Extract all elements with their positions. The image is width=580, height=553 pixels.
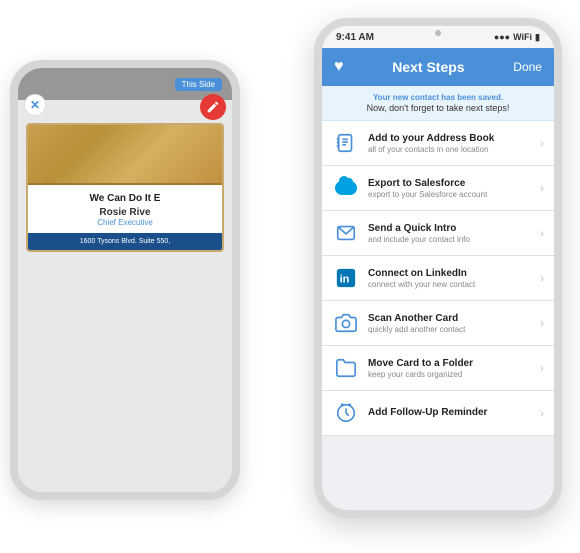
scan-card-title: Scan Another Card (368, 313, 532, 324)
salesforce-title: Export to Salesforce (368, 178, 532, 189)
scan-card-text: Scan Another Card quickly add another co… (368, 313, 532, 334)
linkedin-sub: connect with your new contact (368, 280, 532, 289)
camera-icon (332, 309, 360, 337)
address-book-icon (332, 129, 360, 157)
edit-button[interactable] (200, 94, 226, 120)
address-book-title: Add to your Address Book (368, 133, 532, 144)
linkedin-title: Connect on LinkedIn (368, 268, 532, 279)
svg-text:in: in (340, 274, 350, 286)
chevron-icon: › (540, 406, 544, 420)
done-button[interactable]: Done (513, 60, 542, 74)
quick-intro-text: Send a Quick Intro and include your cont… (368, 223, 532, 244)
wifi-icon: WiFi (513, 32, 532, 42)
phone-content: Your new contact has been saved. Now, do… (322, 86, 554, 510)
clock: 9:41 AM (336, 32, 374, 43)
scan-card-sub: quickly add another contact (368, 325, 532, 334)
saved-banner: Your new contact has been saved. Now, do… (322, 86, 554, 121)
card-address: 1600 Tysons Blvd. Suite 550, (38, 238, 212, 245)
list-item-followup[interactable]: Add Follow-Up Reminder › (322, 391, 554, 436)
list-item-quick-intro[interactable]: Send a Quick Intro and include your cont… (322, 211, 554, 256)
power-button-front (560, 116, 562, 156)
chevron-icon: › (540, 226, 544, 240)
signal-icon: ●●● (494, 32, 510, 42)
back-phone: This Side ✕ We Can Do It E Rosie Rive Ch… (10, 60, 240, 500)
nav-title: Next Steps (392, 59, 464, 75)
address-book-text: Add to your Address Book all of your con… (368, 133, 532, 154)
banner-title: Your new contact has been saved. (332, 93, 544, 102)
power-button (238, 148, 240, 186)
card-company: We Can Do It E (38, 193, 212, 204)
list-item-salesforce[interactable]: Export to Salesforce export to your Sale… (322, 166, 554, 211)
volume-button-front (314, 126, 316, 154)
close-button[interactable]: ✕ (24, 94, 46, 116)
chevron-icon: › (540, 181, 544, 195)
followup-text: Add Follow-Up Reminder (368, 407, 532, 419)
card-white-section: We Can Do It E Rosie Rive Chief Executiv… (28, 185, 222, 233)
list-item-scan-card[interactable]: Scan Another Card quickly add another co… (322, 301, 554, 346)
move-folder-title: Move Card to a Folder (368, 358, 532, 369)
card-wood-texture (28, 125, 222, 185)
volume-button (10, 158, 12, 186)
list-item-linkedin[interactable]: in Connect on LinkedIn connect with your… (322, 256, 554, 301)
salesforce-text: Export to Salesforce export to your Sale… (368, 178, 532, 199)
heart-icon: ♥ (334, 58, 344, 76)
chevron-icon: › (540, 316, 544, 330)
followup-title: Add Follow-Up Reminder (368, 407, 532, 418)
card-viewer: This Side ✕ We Can Do It E Rosie Rive Ch… (18, 68, 232, 492)
business-card: We Can Do It E Rosie Rive Chief Executiv… (26, 123, 224, 252)
chevron-icon: › (540, 136, 544, 150)
card-top-bar: This Side (18, 68, 232, 100)
status-icons: ●●● WiFi ▮ (494, 32, 540, 43)
quick-intro-title: Send a Quick Intro (368, 223, 532, 234)
linkedin-icon: in (332, 264, 360, 292)
chevron-icon: › (540, 271, 544, 285)
linkedin-text: Connect on LinkedIn connect with your ne… (368, 268, 532, 289)
salesforce-icon (332, 174, 360, 202)
quick-intro-sub: and include your contact info (368, 235, 532, 244)
reminder-icon (332, 399, 360, 427)
move-folder-text: Move Card to a Folder keep your cards or… (368, 358, 532, 379)
nav-bar: ♥ Next Steps Done (322, 48, 554, 86)
list-item-move-folder[interactable]: Move Card to a Folder keep your cards or… (322, 346, 554, 391)
banner-subtitle: Now, don't forget to take next steps! (332, 103, 544, 113)
card-title: Chief Executive (38, 218, 212, 227)
card-name: Rosie Rive (38, 207, 212, 218)
battery-icon: ▮ (535, 32, 540, 43)
folder-icon (332, 354, 360, 382)
this-side-label: This Side (175, 78, 222, 91)
send-icon (332, 219, 360, 247)
camera-dot (435, 30, 441, 36)
move-folder-sub: keep your cards organized (368, 370, 532, 379)
salesforce-sub: export to your Salesforce account (368, 190, 532, 199)
list-item-address-book[interactable]: Add to your Address Book all of your con… (322, 121, 554, 166)
card-viewer-screen: This Side ✕ We Can Do It E Rosie Rive Ch… (18, 68, 232, 492)
chevron-icon: › (540, 361, 544, 375)
address-book-sub: all of your contacts in one location (368, 145, 532, 154)
front-phone: 9:41 AM ●●● WiFi ▮ ♥ Next Steps Done You… (314, 18, 562, 518)
card-blue-section: 1600 Tysons Blvd. Suite 550, (28, 233, 222, 250)
